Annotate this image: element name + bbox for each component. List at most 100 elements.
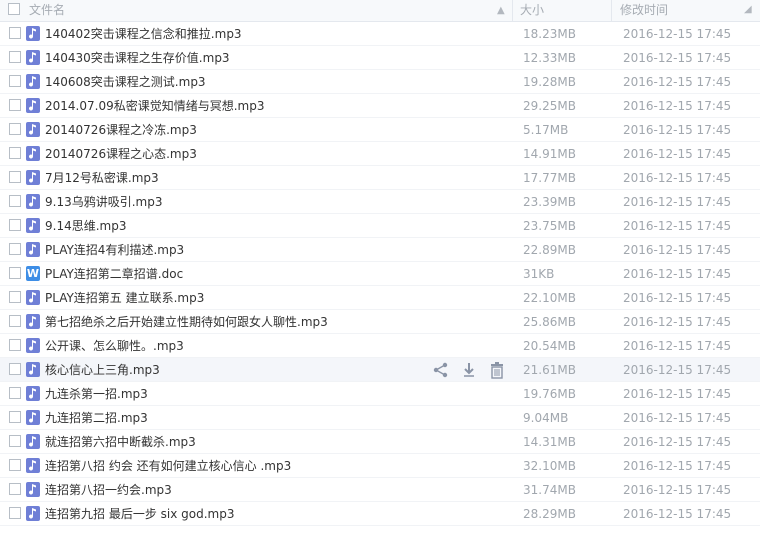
file-row[interactable]: PLAY连招4有利描述.mp3 22.89MB 2016-12-15 17:45 bbox=[0, 238, 760, 262]
file-row[interactable]: 就连招第六招中断截杀.mp3 14.31MB 2016-12-15 17:45 bbox=[0, 430, 760, 454]
file-name-link[interactable]: 20140726课程之心态.mp3 bbox=[45, 142, 197, 166]
file-row[interactable]: 9.14思维.mp3 23.75MB 2016-12-15 17:45 bbox=[0, 214, 760, 238]
file-row[interactable]: 7月12号私密课.mp3 17.77MB 2016-12-15 17:45 bbox=[0, 166, 760, 190]
row-checkbox[interactable] bbox=[9, 339, 21, 351]
row-checkbox[interactable] bbox=[9, 507, 21, 519]
row-checkbox[interactable] bbox=[9, 27, 21, 39]
file-name-link[interactable]: 就连招第六招中断截杀.mp3 bbox=[45, 430, 196, 454]
file-row[interactable]: 140402突击课程之信念和推拉.mp3 18.23MB 2016-12-15 17… bbox=[0, 22, 760, 46]
row-checkbox[interactable] bbox=[9, 291, 21, 303]
file-size: 19.28MB bbox=[523, 75, 576, 89]
audio-file-icon bbox=[26, 386, 40, 401]
file-row[interactable]: PLAY连招第五 建立联系.mp3 22.10MB 2016-12-15 17:45 bbox=[0, 286, 760, 310]
file-name-link[interactable]: 公开课、怎么聊性。.mp3 bbox=[45, 334, 184, 358]
file-row[interactable]: 连招第八招一约会.mp3 31.74MB 2016-12-15 17:45 bbox=[0, 478, 760, 502]
file-size: 5.17MB bbox=[523, 123, 569, 137]
file-size: 31KB bbox=[523, 267, 555, 281]
row-checkbox[interactable] bbox=[9, 219, 21, 231]
row-checkbox[interactable] bbox=[9, 75, 21, 87]
row-checkbox[interactable] bbox=[9, 123, 21, 135]
row-checkbox[interactable] bbox=[9, 387, 21, 399]
file-row[interactable]: 连招第九招 最后一步 six god.mp3 28.29MB 2016-12-15 … bbox=[0, 502, 760, 526]
file-modified-date: 2016-12-15 17:45 bbox=[623, 27, 732, 41]
file-name-link[interactable]: PLAY连招第五 建立联系.mp3 bbox=[45, 286, 204, 310]
share-icon[interactable] bbox=[432, 361, 450, 379]
file-name-link[interactable]: 连招第九招 最后一步 six god.mp3 bbox=[45, 502, 234, 526]
file-name-link[interactable]: 140402突击课程之信念和推拉.mp3 bbox=[45, 22, 242, 46]
file-row[interactable]: 连招第八招 约会 还有如何建立核心信心 .mp3 32.10MB 2016-12-1… bbox=[0, 454, 760, 478]
file-modified-date: 2016-12-15 17:45 bbox=[623, 123, 732, 137]
audio-file-icon bbox=[26, 74, 40, 89]
row-checkbox[interactable] bbox=[9, 459, 21, 471]
file-row[interactable]: 140430突击课程之生存价值.mp3 12.33MB 2016-12-15 17:… bbox=[0, 46, 760, 70]
row-checkbox[interactable] bbox=[9, 267, 21, 279]
row-checkbox[interactable] bbox=[9, 99, 21, 111]
row-checkbox[interactable] bbox=[9, 483, 21, 495]
file-name-link[interactable]: 9.13乌鸦讲吸引.mp3 bbox=[45, 190, 162, 214]
file-row[interactable]: 9.13乌鸦讲吸引.mp3 23.39MB 2016-12-15 17:45 bbox=[0, 190, 760, 214]
row-divider bbox=[0, 525, 760, 526]
file-row[interactable]: 140608突击课程之测试.mp3 19.28MB 2016-12-15 17:45 bbox=[0, 70, 760, 94]
file-modified-date: 2016-12-15 17:45 bbox=[623, 291, 732, 305]
row-checkbox[interactable] bbox=[9, 363, 21, 375]
file-row[interactable]: 第七招绝杀之后开始建立性期待如何跟女人聊性.mp3 25.86MB 2016-12-… bbox=[0, 310, 760, 334]
download-icon[interactable] bbox=[460, 361, 478, 379]
column-divider[interactable] bbox=[611, 0, 612, 21]
audio-file-icon bbox=[26, 434, 40, 449]
file-row[interactable]: W PLAY连招第二章招谱.doc 31KB 2016-12-15 17:45 bbox=[0, 262, 760, 286]
file-row[interactable]: 公开课、怎么聊性。.mp3 20.54MB 2016-12-15 17:45 bbox=[0, 334, 760, 358]
file-name-link[interactable]: PLAY连招4有利描述.mp3 bbox=[45, 238, 184, 262]
file-modified-date: 2016-12-15 17:45 bbox=[623, 75, 732, 89]
row-checkbox[interactable] bbox=[9, 195, 21, 207]
column-header-name[interactable]: 文件名 bbox=[29, 0, 65, 21]
file-row[interactable]: 九连杀第一招.mp3 19.76MB 2016-12-15 17:45 bbox=[0, 382, 760, 406]
file-name-link[interactable]: 9.14思维.mp3 bbox=[45, 214, 126, 238]
file-name-link[interactable]: 2014.07.09私密课觉知情绪与冥想.mp3 bbox=[45, 94, 264, 118]
file-list: 140402突击课程之信念和推拉.mp3 18.23MB 2016-12-15 17… bbox=[0, 22, 760, 526]
file-size: 29.25MB bbox=[523, 99, 576, 113]
column-divider[interactable] bbox=[512, 0, 513, 21]
file-row[interactable]: 2014.07.09私密课觉知情绪与冥想.mp3 29.25MB 2016-12-1… bbox=[0, 94, 760, 118]
row-checkbox[interactable] bbox=[9, 411, 21, 423]
file-modified-date: 2016-12-15 17:45 bbox=[623, 315, 732, 329]
row-checkbox[interactable] bbox=[9, 147, 21, 159]
audio-file-icon bbox=[26, 122, 40, 137]
column-options-icon[interactable]: ◢ bbox=[744, 4, 752, 15]
file-row[interactable]: 20140726课程之心态.mp3 14.91MB 2016-12-15 17:45 bbox=[0, 142, 760, 166]
file-name-link[interactable]: 第七招绝杀之后开始建立性期待如何跟女人聊性.mp3 bbox=[45, 310, 328, 334]
column-header-date[interactable]: 修改时间 bbox=[620, 0, 668, 21]
file-modified-date: 2016-12-15 17:45 bbox=[623, 99, 732, 113]
file-name-link[interactable]: 140430突击课程之生存价值.mp3 bbox=[45, 46, 230, 70]
file-modified-date: 2016-12-15 17:45 bbox=[623, 483, 732, 497]
file-row[interactable]: 九连招第二招.mp3 9.04MB 2016-12-15 17:45 bbox=[0, 406, 760, 430]
select-all-checkbox[interactable] bbox=[8, 3, 20, 15]
file-name-link[interactable]: 连招第八招一约会.mp3 bbox=[45, 478, 172, 502]
file-name-link[interactable]: 20140726课程之冷冻.mp3 bbox=[45, 118, 197, 142]
file-size: 22.10MB bbox=[523, 291, 576, 305]
file-modified-date: 2016-12-15 17:45 bbox=[623, 267, 732, 281]
file-name-link[interactable]: 九连招第二招.mp3 bbox=[45, 406, 148, 430]
file-name-link[interactable]: 连招第八招 约会 还有如何建立核心信心 .mp3 bbox=[45, 454, 291, 478]
row-checkbox[interactable] bbox=[9, 243, 21, 255]
file-row[interactable]: 核心信心上三角.mp3 21.61MB 2016-12-15 17:45 bbox=[0, 358, 760, 382]
file-modified-date: 2016-12-15 17:45 bbox=[623, 507, 732, 521]
delete-icon[interactable] bbox=[488, 361, 506, 379]
audio-file-icon bbox=[26, 194, 40, 209]
row-checkbox[interactable] bbox=[9, 171, 21, 183]
audio-file-icon bbox=[26, 98, 40, 113]
file-name-link[interactable]: 九连杀第一招.mp3 bbox=[45, 382, 148, 406]
row-checkbox[interactable] bbox=[9, 435, 21, 447]
file-name-link[interactable]: 140608突击课程之测试.mp3 bbox=[45, 70, 206, 94]
file-size: 9.04MB bbox=[523, 411, 569, 425]
file-name-link[interactable]: 7月12号私密课.mp3 bbox=[45, 166, 159, 190]
column-header-size[interactable]: 大小 bbox=[520, 0, 544, 21]
file-name-link[interactable]: 核心信心上三角.mp3 bbox=[45, 358, 160, 382]
file-modified-date: 2016-12-15 17:45 bbox=[623, 459, 732, 473]
row-checkbox[interactable] bbox=[9, 315, 21, 327]
file-row[interactable]: 20140726课程之冷冻.mp3 5.17MB 2016-12-15 17:45 bbox=[0, 118, 760, 142]
sort-ascending-icon[interactable]: ▲ bbox=[497, 0, 505, 21]
file-name-link[interactable]: PLAY连招第二章招谱.doc bbox=[45, 262, 183, 286]
audio-file-icon bbox=[26, 218, 40, 233]
audio-file-icon bbox=[26, 362, 40, 377]
row-checkbox[interactable] bbox=[9, 51, 21, 63]
